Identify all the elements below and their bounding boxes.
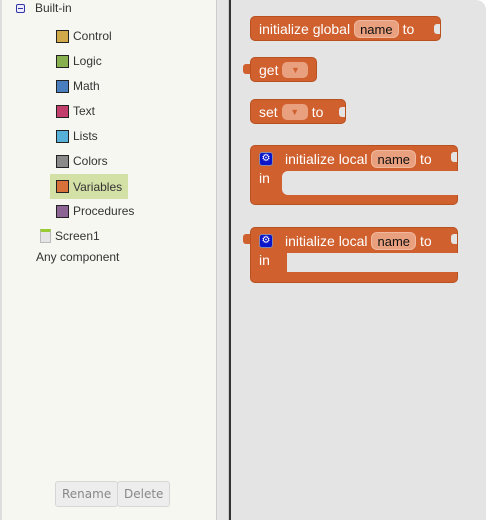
block-text: initialize local: [285, 233, 368, 249]
tree-item-math[interactable]: Math: [56, 76, 100, 96]
category-label: Procedures: [73, 204, 135, 218]
set-block[interactable]: set ▼ to: [250, 99, 346, 124]
any-component-label: Any component: [36, 250, 120, 264]
category-swatch-icon: [56, 104, 69, 118]
tree-item-procedures[interactable]: Procedures: [56, 201, 134, 221]
name-field[interactable]: name: [371, 232, 417, 250]
screen-icon: [40, 229, 51, 243]
tree-item-lists[interactable]: Lists: [56, 126, 98, 146]
rename-button[interactable]: Rename: [55, 481, 119, 507]
variable-dropdown[interactable]: ▼: [282, 61, 309, 78]
category-label: Variables: [73, 179, 123, 194]
initialize-global-block[interactable]: initialize global name to: [250, 16, 441, 41]
name-field[interactable]: name: [371, 150, 417, 168]
blocks-panel: Built-in Control Logic Math Text Lists Colors…: [0, 0, 217, 520]
tree-item-logic[interactable]: Logic: [56, 51, 102, 71]
delete-button[interactable]: Delete: [117, 481, 171, 507]
tree-item-colors[interactable]: Colors: [56, 151, 108, 171]
category-label: Colors: [73, 154, 108, 168]
category-label: Control: [73, 29, 112, 43]
tree-screen1[interactable]: Screen1: [40, 226, 100, 246]
tree-item-variables[interactable]: Variables: [50, 174, 128, 199]
category-label: Logic: [73, 54, 102, 68]
category-label: Lists: [73, 129, 98, 143]
category-swatch-icon: [56, 79, 69, 93]
collapse-icon[interactable]: [16, 3, 25, 13]
in-label: in: [259, 252, 270, 268]
category-swatch-icon: [56, 129, 69, 143]
gear-icon[interactable]: ⚙: [259, 152, 273, 166]
block-text: set: [259, 103, 278, 120]
category-swatch-icon: [56, 54, 69, 68]
builtin-label: Built-in: [35, 1, 72, 15]
category-swatch-icon: [56, 204, 69, 218]
variable-dropdown[interactable]: ▼: [281, 103, 308, 120]
gear-icon[interactable]: ⚙: [259, 234, 273, 248]
screen1-label: Screen1: [55, 229, 100, 243]
block-text: to: [402, 20, 415, 37]
category-swatch-icon: [56, 29, 69, 43]
block-text: to: [420, 151, 432, 167]
block-text: to: [420, 233, 432, 249]
category-label: Math: [73, 79, 100, 93]
block-text: to: [311, 103, 324, 120]
tree-any-component[interactable]: Any component: [36, 247, 119, 267]
block-text: initialize local: [285, 151, 368, 167]
block-text: initialize global: [259, 20, 351, 37]
tree-item-control[interactable]: Control: [56, 26, 112, 46]
category-swatch-icon: [56, 154, 69, 168]
category-swatch-icon: [56, 180, 69, 193]
tree-item-text[interactable]: Text: [56, 101, 95, 121]
name-field[interactable]: name: [354, 19, 399, 38]
workspace[interactable]: initialize global name to get ▼ set ▼ to…: [231, 0, 486, 520]
tree-builtin[interactable]: Built-in: [16, 0, 72, 18]
category-label: Text: [73, 104, 96, 118]
initialize-local-expression-block[interactable]: ⚙ initialize local name to in: [250, 227, 458, 283]
block-text: get: [259, 61, 279, 78]
initialize-local-statement-block[interactable]: ⚙ initialize local name to in: [250, 145, 458, 205]
scrollbar[interactable]: [217, 0, 229, 520]
get-block[interactable]: get ▼: [250, 57, 317, 82]
in-label: in: [259, 170, 270, 186]
